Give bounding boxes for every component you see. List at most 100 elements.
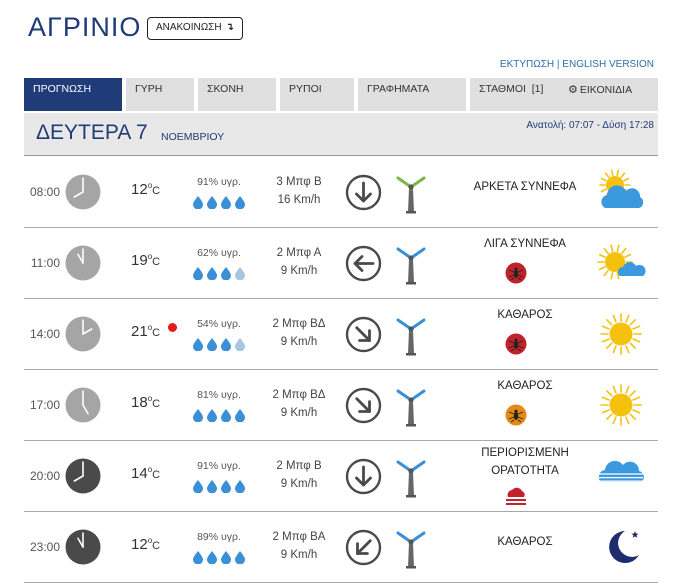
wind-turbine-icon — [394, 243, 428, 285]
tab-charts[interactable]: ΓΡΑΦΗΜΑΤΑ — [358, 78, 466, 111]
forecast-row: 14:00 21oC 54% υγρ. 2 Μπφ ΒΔ 9 Km/h ΚΑΘΑ… — [24, 299, 658, 370]
temperature-value: 12 — [131, 181, 148, 198]
forecast-row: 20:00 14oC 91% υγρ. 2 Μπφ Β 9 Km/h ΠΕΡΙΟ… — [24, 441, 658, 512]
clock-day-icon — [65, 387, 101, 423]
wind-beaufort: 2 Μπφ ΒΑ — [272, 531, 326, 543]
high-temp-indicator — [168, 323, 177, 332]
wind-beaufort: 2 Μπφ Α — [276, 247, 322, 259]
partly-cloudy-icon — [595, 168, 647, 216]
condition-label: ΠΕΡΙΟΡΙΣΜΕΝΗ — [481, 447, 569, 459]
red-mosquito-badge — [505, 333, 527, 355]
forecast-time: 11:00 — [30, 256, 60, 270]
gear-icon: ⚙ — [568, 84, 578, 96]
condition-label: ΚΑΘΑΡΟΣ — [497, 309, 553, 321]
humidity-label: 54% υγρ. — [197, 318, 241, 330]
day-name: ΔΕΥΤΕΡΑ 7 — [36, 121, 148, 144]
wind-turbine-icon — [394, 172, 428, 214]
humidity-drops-icon — [192, 479, 248, 494]
temperature: 14oC — [131, 465, 160, 482]
clock-day-icon — [65, 316, 101, 352]
condition-label: ΚΑΘΑΡΟΣ — [497, 536, 553, 548]
temperature-value: 18 — [131, 394, 148, 411]
day-month: ΝΟΕΜΒΡΙΟΥ — [161, 131, 225, 143]
down-arrow-icon — [345, 458, 382, 495]
temperature: 19oC — [131, 252, 160, 269]
down-right-arrow-icon — [345, 316, 382, 353]
red-mosquito-badge — [505, 262, 527, 284]
wind-speed: 9 Km/h — [280, 549, 318, 561]
wind-beaufort: 2 Μπφ ΒΔ — [272, 318, 326, 330]
tab-label: ΓΡΑΦΗΜΑΤΑ — [367, 83, 430, 95]
wind-speed: 9 Km/h — [280, 407, 318, 419]
sunrise-sunset: Ανατολή: 07:07 - Δύση 17:28 — [526, 120, 654, 131]
humidity-label: 91% υγρ. — [197, 176, 241, 188]
down-left-arrow-icon — [345, 529, 382, 566]
print-link[interactable]: ΕΚΤΥΠΩΣΗ — [500, 59, 554, 70]
celsius-unit: C — [152, 398, 161, 410]
temperature: 21oC — [131, 323, 160, 340]
humidity-label: 62% υγρ. — [197, 247, 241, 259]
condition-label: ΛΙΓΑ ΣΥΝΝΕΦΑ — [484, 238, 566, 250]
forecast-time: 14:00 — [29, 327, 60, 341]
tab-label: ΣΤΑΘΜΟΙ [1] — [479, 83, 544, 95]
announcement-button[interactable]: ΑΝΑΚΟΙΝΩΣΗ ↴ — [147, 17, 243, 40]
moon-icon — [595, 523, 647, 571]
humidity-label: 81% υγρ. — [197, 389, 241, 401]
announcement-label: ΑΝΑΚΟΙΝΩΣΗ — [156, 22, 222, 33]
condition-label: ΟΡΑΤΟΤΗΤΑ — [491, 465, 559, 477]
tab-label: ΠΡΟΓΝΩΣΗ — [33, 83, 92, 95]
temperature: 12oC — [131, 181, 160, 198]
tab-stations[interactable]: ΣΤΑΘΜΟΙ [1] — [470, 78, 562, 111]
sun-icon — [595, 310, 647, 358]
temperature-value: 19 — [131, 252, 148, 269]
tab-icons[interactable]: ⚙ ΕΙΚΟΝΙΔΙΑ — [562, 78, 658, 111]
temperature: 18oC — [131, 394, 160, 411]
wind-turbine-icon — [394, 527, 428, 569]
wind-turbine-icon — [394, 456, 428, 498]
tab-pollutants[interactable]: ΡΥΠΟΙ — [280, 78, 354, 111]
tab-dust[interactable]: ΣΚΟΝΗ — [198, 78, 276, 111]
tab-forecast[interactable]: ΠΡΟΓΝΩΣΗ — [24, 78, 122, 111]
sun-icon — [595, 381, 647, 429]
temperature-value: 12 — [131, 536, 148, 553]
forecast-time: 08:00 — [29, 185, 60, 199]
wind-speed: 9 Km/h — [280, 478, 318, 490]
celsius-unit: C — [152, 327, 161, 339]
red-fog-badge — [503, 485, 529, 507]
forecast-row: 08:00 12oC 91% υγρ. 3 Μπφ Β 16 Km/h ΑΡΚΕ… — [24, 157, 658, 228]
tab-label: ΡΥΠΟΙ — [289, 83, 322, 95]
left-arrow-icon — [345, 245, 382, 282]
humidity-label: 91% υγρ. — [197, 460, 241, 472]
fog-icon — [595, 452, 647, 500]
forecast-row: 17:00 18oC 81% υγρ. 2 Μπφ ΒΔ 9 Km/h ΚΑΘΑ… — [24, 370, 658, 441]
forecast-row: 11:00 19oC 62% υγρ. 2 Μπφ Α 9 Km/h ΛΙΓΑ … — [24, 228, 658, 299]
tab-label: ΓΥΡΗ — [135, 83, 163, 95]
celsius-unit: C — [152, 185, 161, 197]
clock-day-icon — [65, 245, 101, 281]
clock-night-icon — [65, 458, 101, 494]
wind-turbine-icon — [394, 385, 428, 427]
wind-beaufort: 3 Μπφ Β — [276, 176, 322, 188]
city-title: ΑΓΡΙΝΙΟ — [28, 12, 142, 42]
english-version-link[interactable]: ENGLISH VERSION — [562, 59, 654, 70]
celsius-unit: C — [152, 469, 161, 481]
celsius-unit: C — [152, 540, 161, 552]
humidity-drops-icon — [192, 195, 248, 210]
down-arrow-icon — [345, 174, 382, 211]
tab-pollen[interactable]: ΓΥΡΗ — [126, 78, 194, 111]
down-right-arrow-icon — [345, 387, 382, 424]
nav-tabs: ΠΡΟΓΝΩΣΗ ΓΥΡΗ ΣΚΟΝΗ ΡΥΠΟΙ ΓΡΑΦΗΜΑΤΑ ΣΤΑΘ… — [24, 78, 658, 111]
wind-beaufort: 2 Μπφ ΒΔ — [272, 389, 326, 401]
celsius-unit: C — [152, 256, 161, 268]
forecast-time: 17:00 — [29, 398, 60, 412]
orange-mosquito-badge — [505, 404, 527, 426]
wind-speed: 9 Km/h — [280, 265, 318, 277]
tab-label: ΕΙΚΟΝΙΔΙΑ — [579, 84, 633, 96]
humidity-drops-icon — [192, 550, 248, 565]
condition-label: ΚΑΘΑΡΟΣ — [497, 380, 553, 392]
condition-label: ΑΡΚΕΤΑ ΣΥΝΝΕΦΑ — [473, 181, 577, 193]
humidity-drops-icon — [192, 337, 248, 352]
temperature: 12oC — [131, 536, 160, 553]
few-clouds-icon — [595, 239, 647, 287]
wind-speed: 9 Km/h — [280, 336, 318, 348]
